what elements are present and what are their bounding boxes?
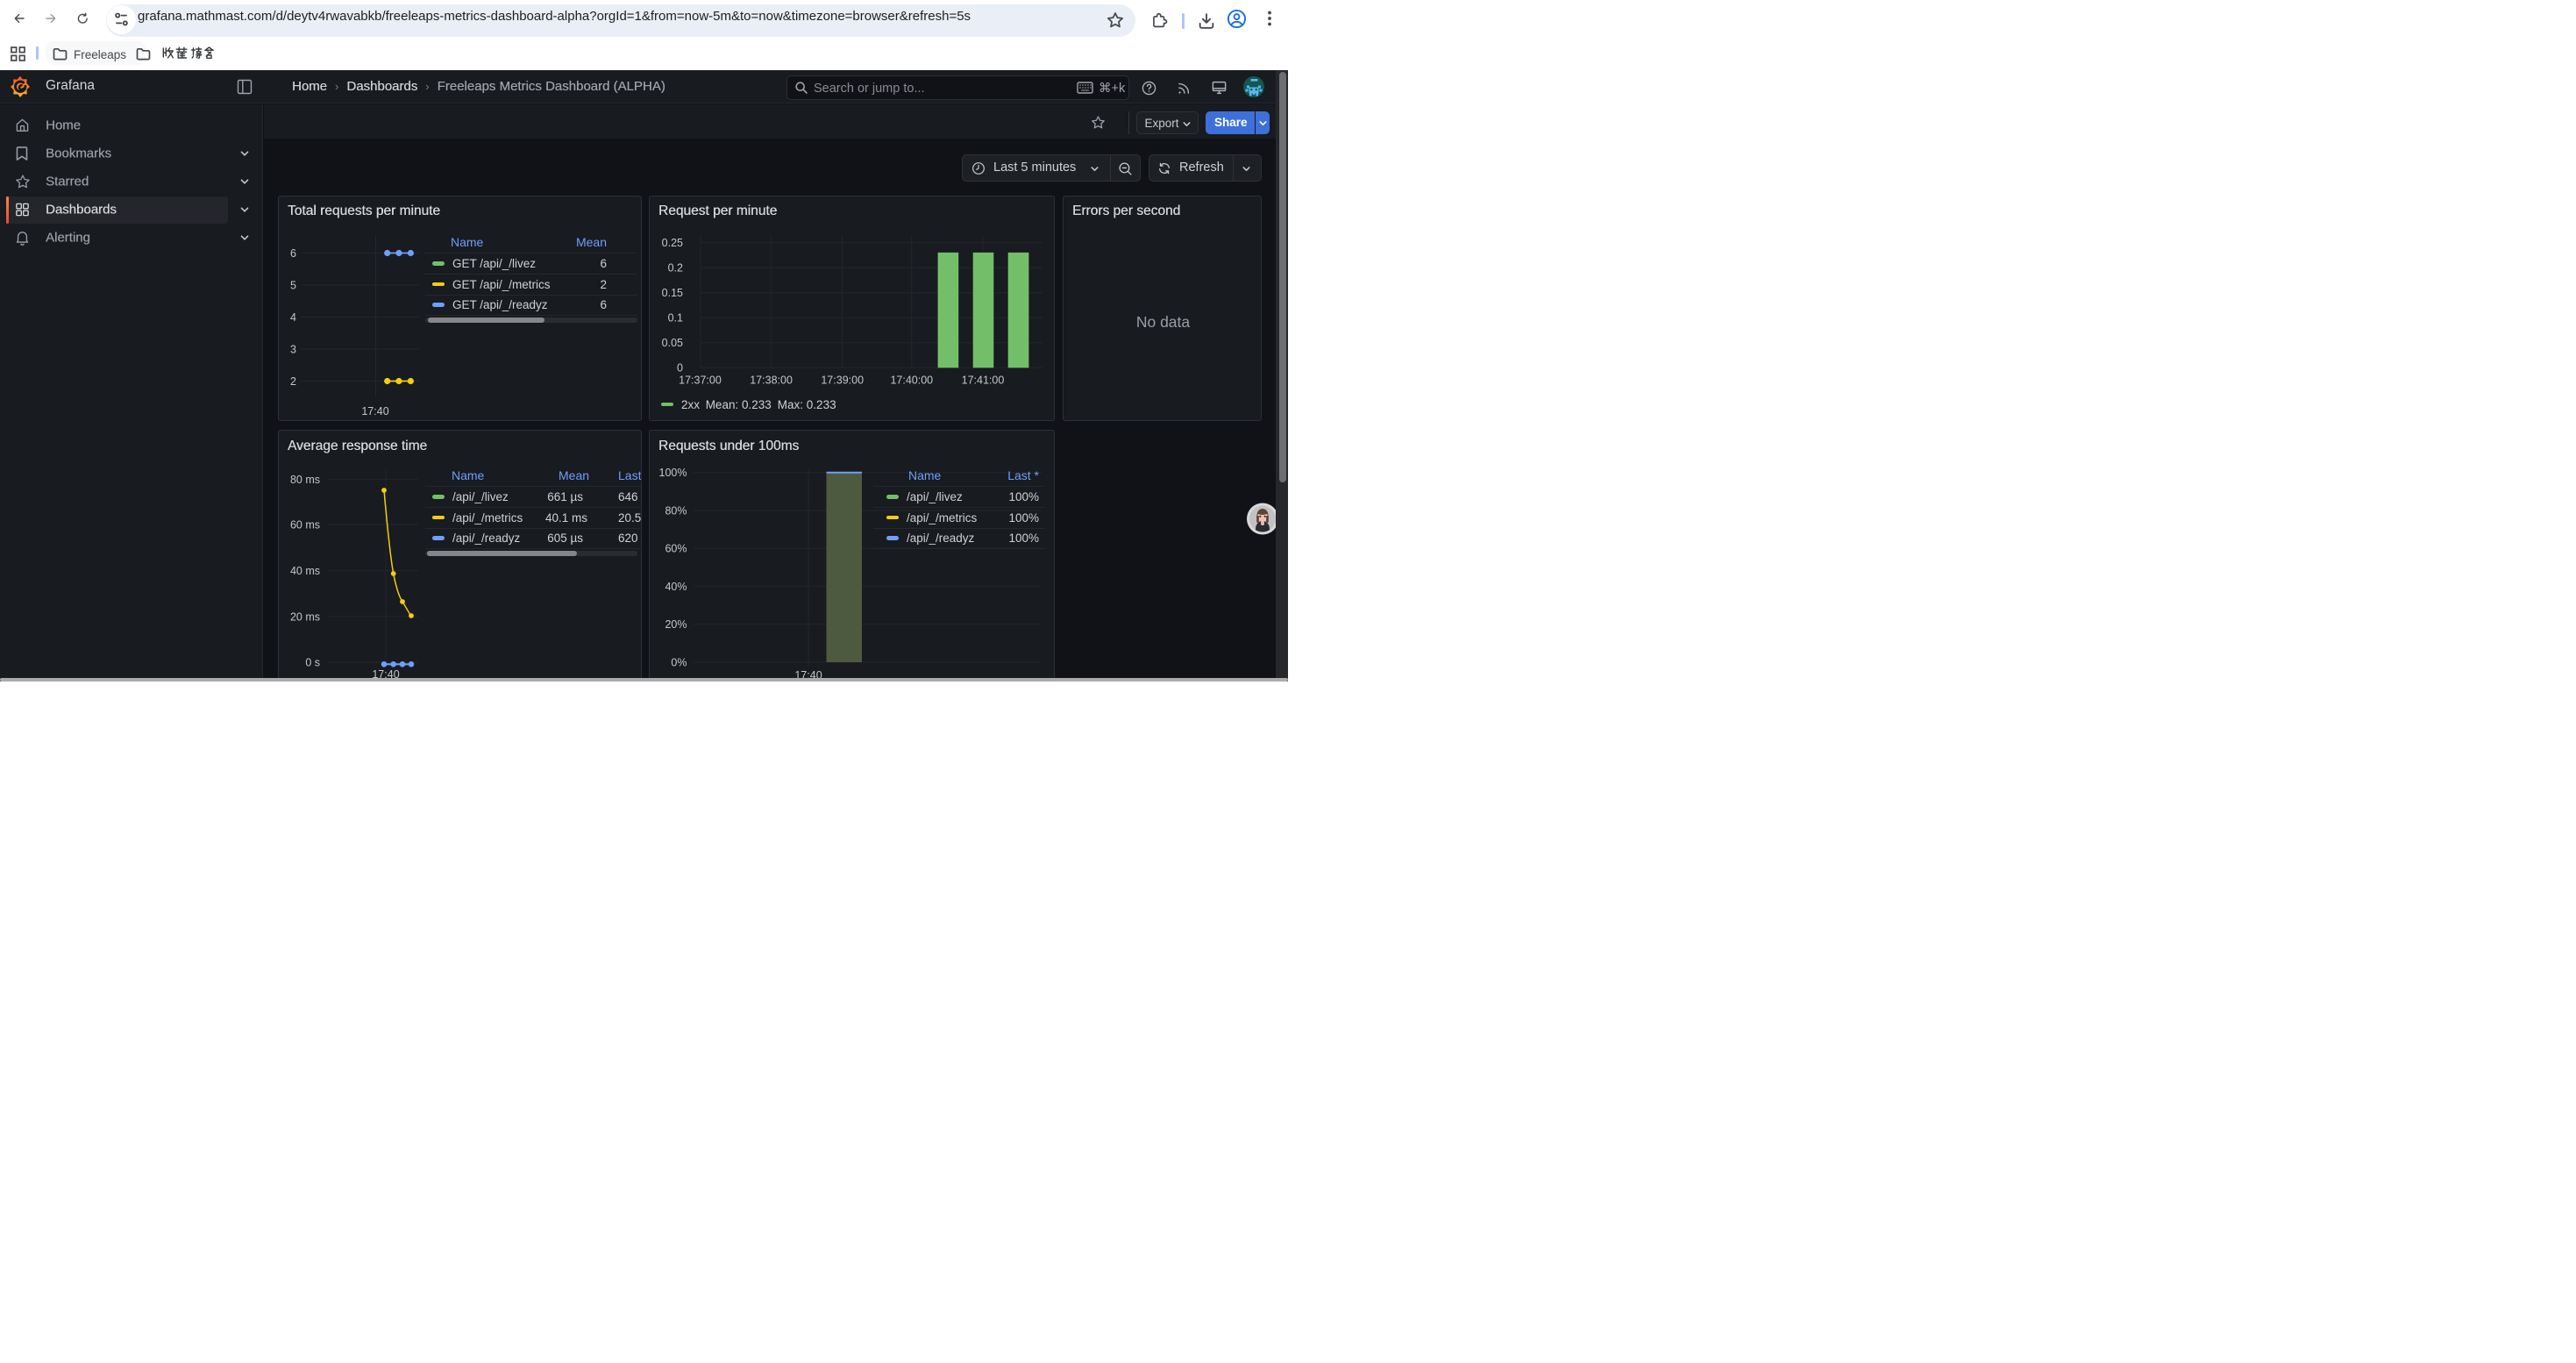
svg-text:20 ms: 20 ms bbox=[290, 611, 320, 624]
svg-text:2: 2 bbox=[290, 375, 296, 388]
svg-text:17:39:00: 17:39:00 bbox=[821, 375, 864, 387]
svg-text:0 s: 0 s bbox=[305, 657, 320, 669]
svg-text:3: 3 bbox=[290, 344, 296, 356]
svg-text:0%: 0% bbox=[671, 657, 687, 669]
svg-text:0.15: 0.15 bbox=[662, 287, 683, 299]
svg-text:60 ms: 60 ms bbox=[290, 519, 320, 532]
svg-text:17:41:00: 17:41:00 bbox=[962, 375, 1005, 387]
svg-text:17:37:00: 17:37:00 bbox=[679, 375, 722, 387]
svg-text:80%: 80% bbox=[665, 505, 687, 517]
svg-text:40 ms: 40 ms bbox=[290, 565, 320, 577]
svg-text:6: 6 bbox=[290, 247, 296, 260]
svg-text:0.1: 0.1 bbox=[668, 312, 683, 325]
svg-text:40%: 40% bbox=[665, 581, 687, 593]
svg-text:17:40: 17:40 bbox=[361, 405, 388, 417]
svg-text:5: 5 bbox=[290, 280, 296, 292]
svg-text:0.2: 0.2 bbox=[668, 262, 683, 275]
svg-text:0.05: 0.05 bbox=[662, 337, 683, 349]
svg-text:100%: 100% bbox=[659, 467, 687, 479]
svg-text:17:38:00: 17:38:00 bbox=[750, 375, 793, 387]
svg-text:60%: 60% bbox=[665, 543, 687, 555]
svg-text:20%: 20% bbox=[665, 618, 687, 631]
svg-text:0: 0 bbox=[677, 362, 683, 375]
svg-text:4: 4 bbox=[290, 311, 296, 324]
svg-text:80 ms: 80 ms bbox=[290, 474, 320, 486]
svg-text:17:40:00: 17:40:00 bbox=[890, 375, 933, 387]
svg-text:0.25: 0.25 bbox=[662, 237, 683, 249]
